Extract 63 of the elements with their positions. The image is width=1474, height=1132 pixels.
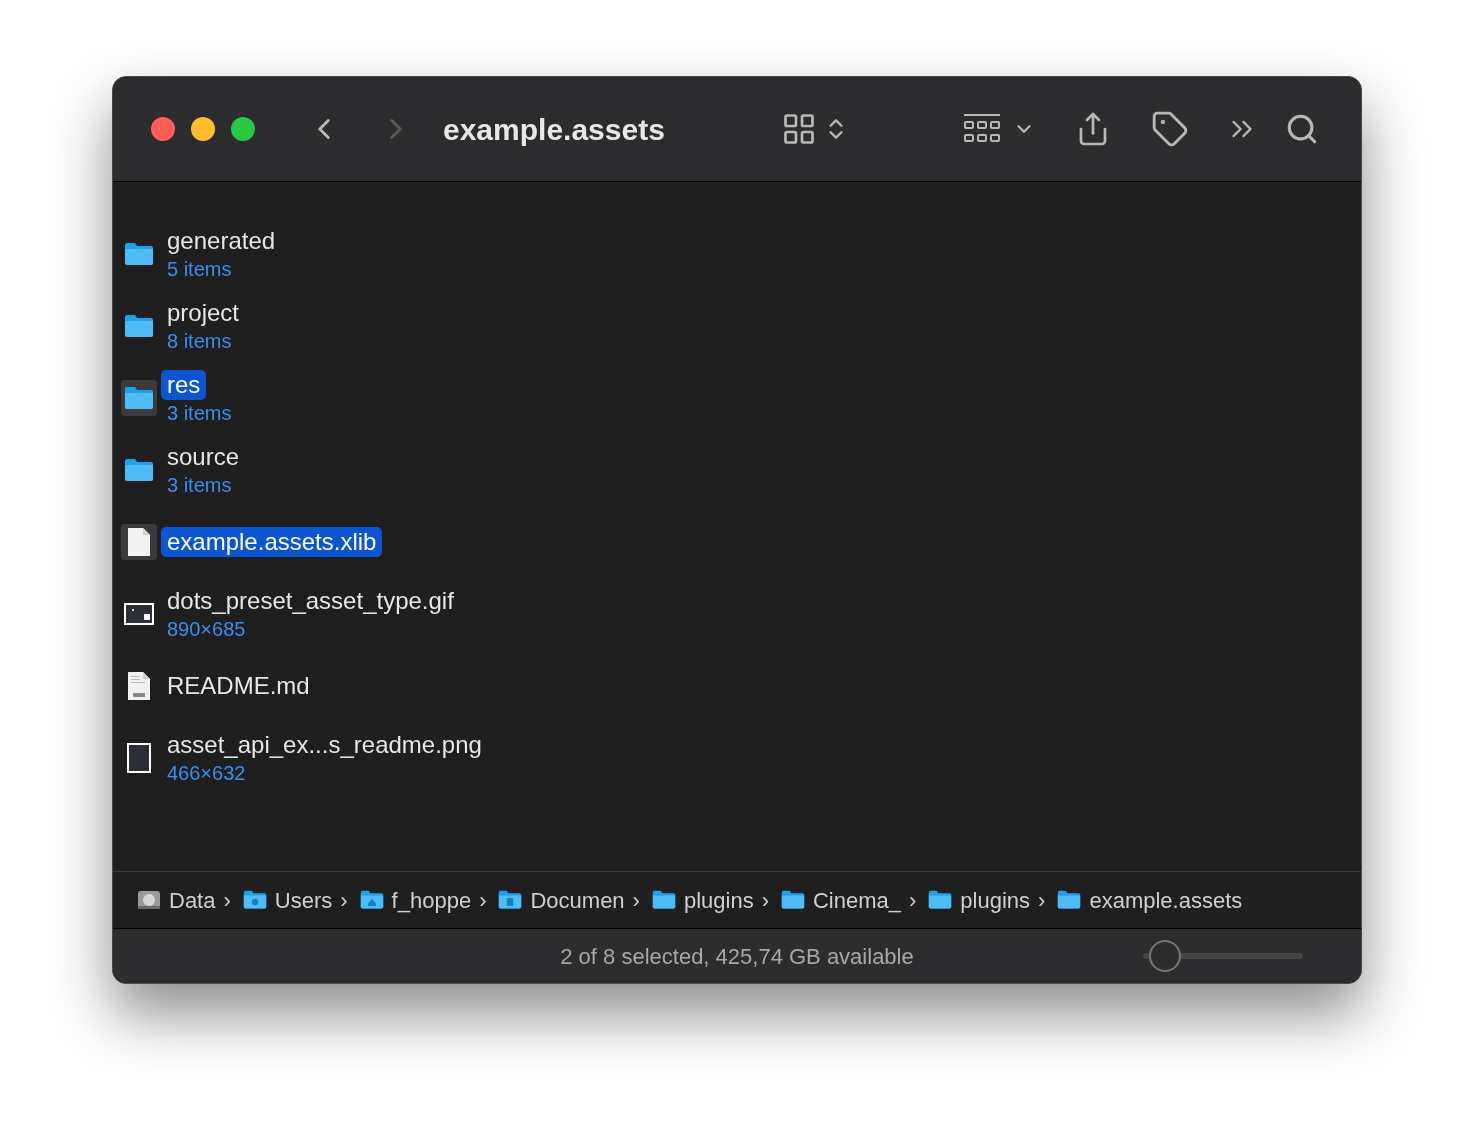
file-name: source [166,442,241,472]
file-item[interactable]: generated 5 items [121,218,1361,290]
minimize-button[interactable] [191,117,215,141]
file-item[interactable]: source 3 items [121,434,1361,506]
folder-icon [124,242,154,266]
folder-icon [1057,890,1082,910]
path-separator: › [909,886,917,915]
path-item[interactable]: Cinema_ [781,883,902,917]
home-folder-icon [359,890,384,910]
folder-icon [124,458,154,482]
path-item[interactable]: example.assets [1057,883,1243,917]
file-detail: 8 items [166,329,233,354]
path-item[interactable]: f_hoppe [359,883,472,917]
file-detail: 3 items [166,473,233,498]
file-name: dots_preset_asset_type.gif [166,586,455,616]
close-button[interactable] [151,117,175,141]
document-icon [127,527,151,557]
icon-size-slider[interactable] [1143,940,1303,972]
user-folder-icon [242,890,267,910]
tag-icon [1150,110,1189,148]
folder-icon [781,890,805,910]
file-item[interactable]: example.assets.xlib [121,506,1361,578]
folder-icon [928,890,953,910]
path-separator: › [340,886,348,915]
folder-icon [651,890,676,910]
group-by-icon[interactable] [962,113,1001,145]
tag-button[interactable] [1150,110,1189,148]
hard-drive-icon [137,889,161,911]
file-name: asset_api_ex...s_readme.png [166,730,483,760]
file-item[interactable]: project 8 items [121,290,1361,362]
file-name: example.assets.xlib [161,527,383,557]
file-name: README.md [166,671,311,701]
folder-icon [124,386,154,410]
image-thumbnail-icon [127,743,151,773]
file-detail: 5 items [166,257,233,282]
file-detail: 3 items [166,401,233,426]
file-item[interactable]: asset_api_ex...s_readme.png 466×632 [121,722,1361,794]
path-separator: › [632,886,640,915]
path-item[interactable]: Documen [498,883,625,917]
file-name: generated [166,226,277,256]
path-separator: › [1038,886,1046,915]
file-name: res [161,370,207,400]
file-detail: 890×685 [166,617,247,642]
file-item[interactable]: dots_preset_asset_type.gif 890×685 [121,578,1361,650]
status-text: 2 of 8 selected, 425,74 GB available [559,942,915,971]
path-separator: › [761,886,769,915]
document-folder-icon [498,890,523,910]
path-item[interactable]: Data [137,883,216,917]
file-detail: 466×632 [166,761,247,786]
zoom-button[interactable] [231,117,255,141]
file-item[interactable]: res 3 items [121,362,1361,434]
file-name: project [166,298,241,328]
image-thumbnail-icon [124,603,154,625]
markdown-file-icon [127,671,151,701]
path-separator: › [479,886,487,915]
slider-thumb[interactable] [1149,940,1182,972]
window-title: example.assets [443,111,665,148]
file-item[interactable]: README.md [121,650,1361,722]
folder-icon [124,314,154,338]
path-item[interactable]: plugins [651,883,754,917]
path-item[interactable]: plugins [928,883,1031,917]
path-separator: › [223,886,231,915]
path-item[interactable]: Users [242,883,333,917]
